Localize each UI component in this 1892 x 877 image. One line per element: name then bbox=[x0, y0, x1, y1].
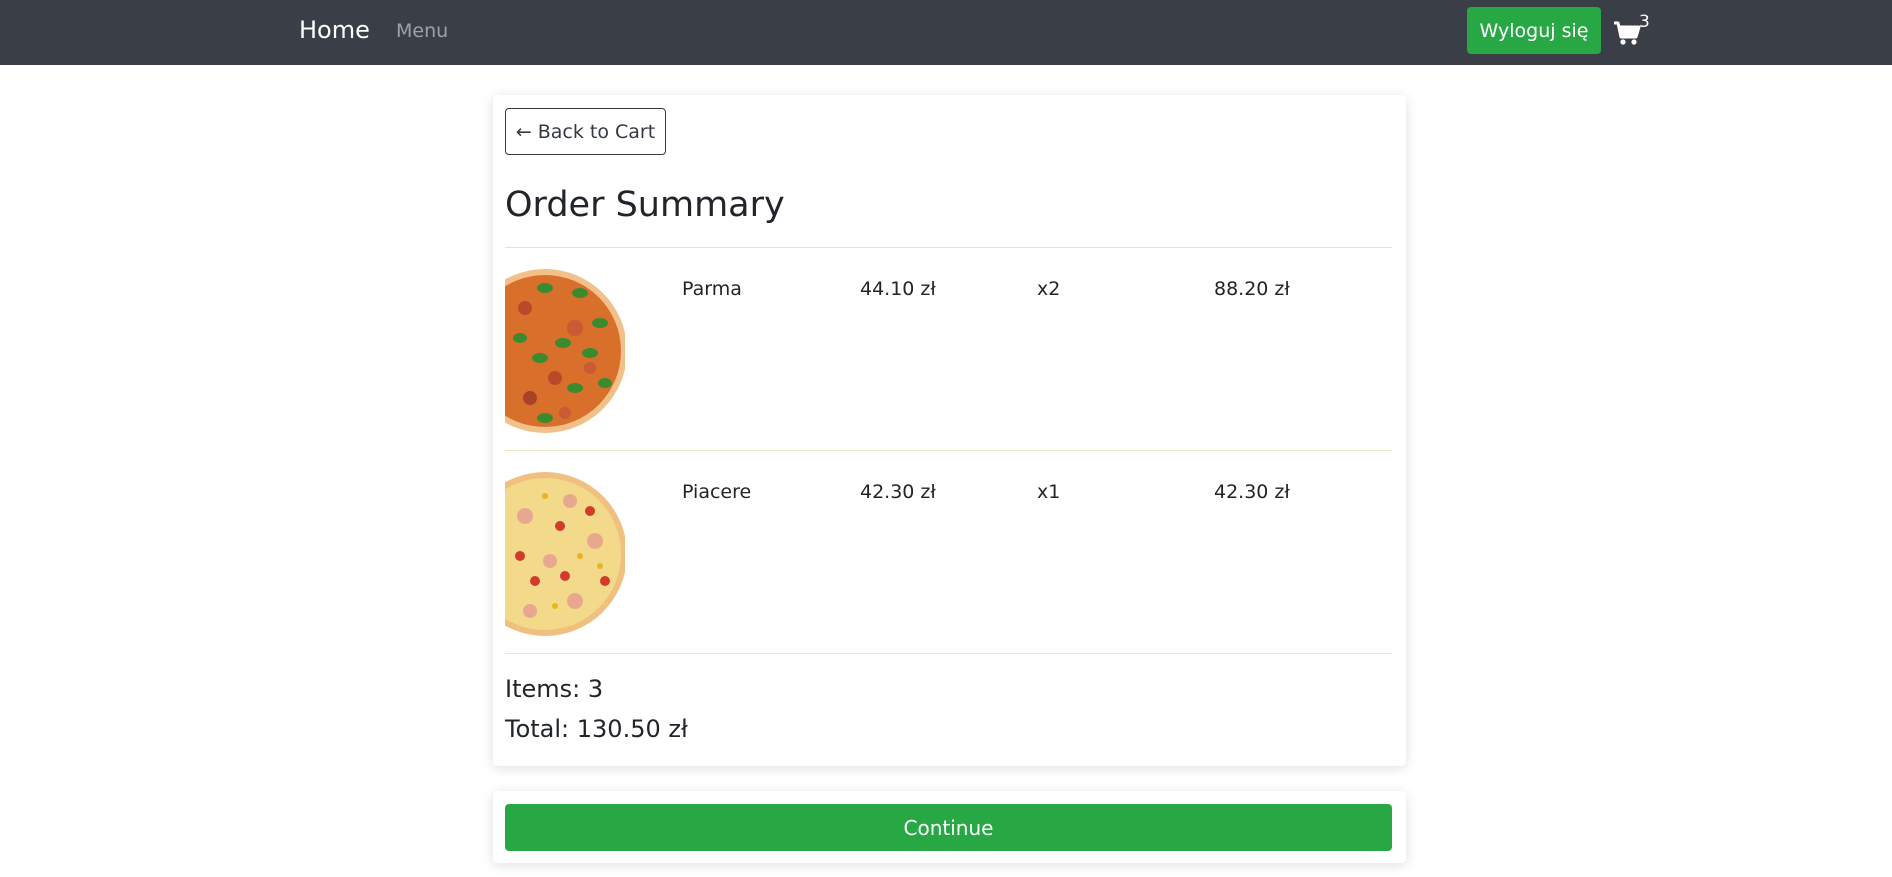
order-summary-card: ← Back to Cart Order Summary Parma 44.10… bbox=[493, 95, 1406, 766]
shopping-cart-icon bbox=[1614, 21, 1641, 45]
nav-menu-link[interactable]: Menu bbox=[396, 20, 448, 42]
pizza-piacere-image bbox=[505, 471, 625, 637]
actions-card: Continue bbox=[493, 791, 1406, 863]
pizza-parma-image bbox=[505, 268, 625, 434]
item-total: 88.20 zł bbox=[1214, 278, 1290, 300]
item-total: 42.30 zł bbox=[1214, 481, 1290, 503]
order-total: Total: 130.50 zł bbox=[505, 715, 688, 743]
page-title: Order Summary bbox=[505, 185, 785, 225]
top-navbar: Home Menu Wyloguj się 3 bbox=[0, 0, 1892, 65]
item-name: Parma bbox=[682, 278, 742, 300]
back-to-cart-button[interactable]: ← Back to Cart bbox=[505, 108, 666, 155]
logout-button[interactable]: Wyloguj się bbox=[1467, 7, 1601, 54]
item-quantity: x2 bbox=[1037, 278, 1061, 300]
continue-button[interactable]: Continue bbox=[505, 804, 1392, 851]
order-row: Parma 44.10 zł x2 88.20 zł bbox=[505, 248, 1392, 451]
item-name: Piacere bbox=[682, 481, 752, 503]
cart-count-badge: 3 bbox=[1639, 12, 1650, 32]
items-count: Items: 3 bbox=[505, 675, 604, 703]
item-price: 42.30 zł bbox=[860, 481, 936, 503]
nav-home-link[interactable]: Home bbox=[299, 16, 370, 44]
cart-button[interactable]: 3 bbox=[1613, 12, 1653, 50]
item-price: 44.10 zł bbox=[860, 278, 936, 300]
item-quantity: x1 bbox=[1037, 481, 1061, 503]
order-row: Piacere 42.30 zł x1 42.30 zł bbox=[505, 451, 1392, 654]
